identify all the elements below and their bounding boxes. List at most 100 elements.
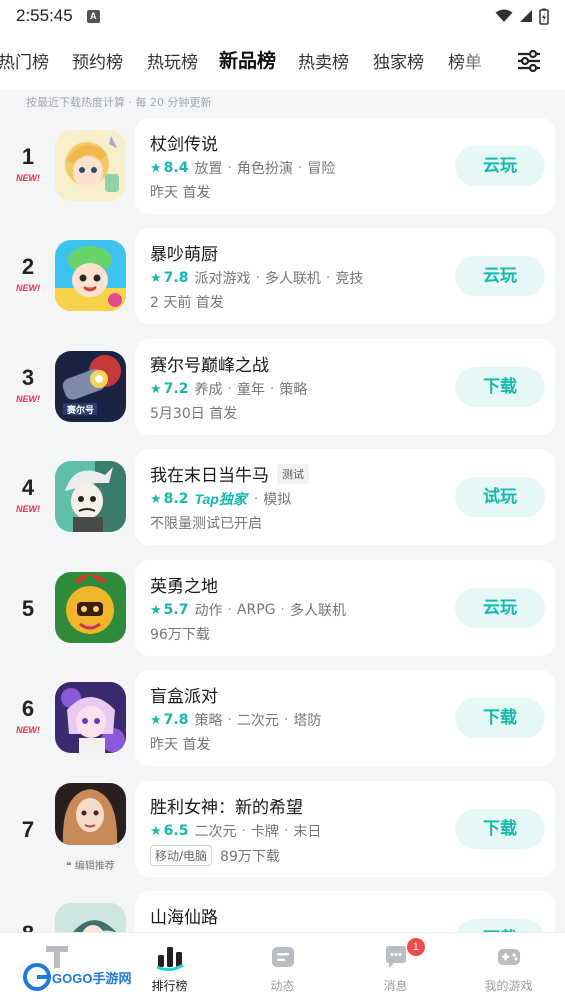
game-title: 暴吵萌厨 <box>150 245 218 265</box>
tab-new[interactable]: 新品榜 <box>216 46 279 73</box>
gamepad-icon <box>497 949 520 965</box>
game-score: ★ 8.2 <box>150 491 189 507</box>
gogo-logo-icon <box>23 963 51 991</box>
list-item[interactable]: 3 NEW! 赛尔号 赛尔号巅峰之战 ★ 7.2 养成 · 童年 · 策略 5月30日… <box>0 339 565 435</box>
game-card[interactable]: 英勇之地 ★ 5.7 动作 · ARPG · 多人联机 96万下载 云玩 <box>135 560 555 656</box>
game-card[interactable]: 赛尔号巅峰之战 ★ 7.2 养成 · 童年 · 策略 5月30日 首发 下载 <box>135 339 555 435</box>
rank-number: 3 <box>21 365 35 390</box>
new-badge: NEW! <box>16 504 40 514</box>
game-sub: 不限量测试已开启 <box>150 516 262 532</box>
game-score: ★ 6.5 <box>150 823 189 839</box>
rank-number: 1 <box>21 144 35 169</box>
anime-girl-icon[interactable] <box>55 682 126 753</box>
wifi-icon <box>495 9 513 22</box>
survivor-icon[interactable] <box>55 461 126 532</box>
game-card[interactable]: 胜利女神：新的希望 ★ 6.5 二次元 · 卡牌 · 末日 移动/电脑 89万下载 下… <box>135 781 555 877</box>
tab-hot[interactable]: 热门榜 <box>0 48 49 73</box>
download-button[interactable]: 下载 <box>455 367 545 407</box>
rank-number: 7 <box>21 817 35 842</box>
girl-hero-icon[interactable] <box>55 130 126 201</box>
site-logo: GOGO手游网 <box>16 938 136 998</box>
tab-exclusive[interactable]: 独家榜 <box>373 48 424 73</box>
tag: 塔防 <box>293 713 322 729</box>
list-item[interactable]: 1 NEW! 杖剑传说 ★ 8.4 放置 · 角色扮演 · 冒险 昨天 首发 云玩 <box>0 118 565 214</box>
tag: 多人联机 <box>289 603 346 619</box>
filter-button[interactable] <box>493 32 565 90</box>
game-sub: 2 天前 首发 <box>150 295 224 311</box>
ranking-note: 按最近下载热度计算 · 每 20 分钟更新 <box>26 96 212 109</box>
list-item[interactable]: 2 NEW! 暴吵萌厨 ★ 7.8 派对游戏 · 多人联机 · 竞技 2 天前 首发 … <box>0 228 565 324</box>
game-title: 我在末日当牛马 测试 <box>150 461 309 486</box>
star-icon: ★ <box>150 712 162 728</box>
robot-arm-icon[interactable]: 赛尔号 <box>55 351 126 422</box>
cloud-play-button[interactable]: 云玩 <box>455 146 545 186</box>
game-meta: ★ 5.7 动作 · ARPG · 多人联机 <box>150 602 346 619</box>
tag: 放置 <box>194 161 223 177</box>
game-card[interactable]: 我在末日当牛马 测试 ★ 8.2 Tap独家 · 模拟 不限量测试已开启 试玩 <box>135 449 555 545</box>
game-title: 盲盒派对 <box>150 687 218 707</box>
tab-hot-sale[interactable]: 热卖榜 <box>298 48 349 73</box>
star-icon: ★ <box>150 823 162 839</box>
status-bar: 2:55:45 A <box>0 0 565 32</box>
cloud-play-button[interactable]: 云玩 <box>455 256 545 296</box>
dino-chef-icon[interactable] <box>55 240 126 311</box>
game-score: ★ 8.4 <box>150 160 189 176</box>
nav-label: 消息 <box>383 979 408 993</box>
tab-reserve[interactable]: 预约榜 <box>72 48 123 73</box>
game-title: 英勇之地 <box>150 577 218 597</box>
cloud-play-button[interactable]: 云玩 <box>455 588 545 628</box>
tab-hot-play[interactable]: 热玩榜 <box>147 48 198 73</box>
status-icons <box>495 8 549 25</box>
tag: 童年 <box>236 382 265 398</box>
game-score: ★ 7.8 <box>150 712 189 728</box>
game-card[interactable]: 暴吵萌厨 ★ 7.8 派对游戏 · 多人联机 · 竞技 2 天前 首发 云玩 <box>135 228 555 324</box>
tag: ARPG <box>236 602 276 618</box>
tag: 卡牌 <box>250 824 279 840</box>
svg-text:赛尔号: 赛尔号 <box>66 404 94 415</box>
nav-feed[interactable]: 动态 <box>226 933 339 1004</box>
game-card[interactable]: 盲盒派对 ★ 7.8 策略 · 二次元 · 塔防 昨天 首发 下载 <box>135 670 555 766</box>
rank-number: 2 <box>21 254 35 279</box>
game-card[interactable]: 杖剑传说 ★ 8.4 放置 · 角色扮演 · 冒险 昨天 首发 云玩 <box>135 118 555 214</box>
rank-number: 6 <box>21 696 35 721</box>
tag: 动作 <box>194 603 223 619</box>
try-play-button[interactable]: 试玩 <box>455 477 545 517</box>
game-sub: 96万下载 <box>150 627 210 643</box>
quote-icon: ❝ <box>66 861 75 872</box>
game-meta: ★ 7.8 派对游戏 · 多人联机 · 竞技 <box>150 270 364 287</box>
star-icon: ★ <box>150 491 162 507</box>
list-item[interactable]: 7 ❝ 编辑推荐 胜利女神：新的希望 ★ 6.5 二次元 · 卡牌 · 末日 移动/电… <box>0 781 565 877</box>
filter-sliders-icon <box>518 49 540 73</box>
game-score: ★ 7.2 <box>150 381 189 397</box>
star-icon: ★ <box>150 602 162 618</box>
game-title: 山海仙路 <box>150 908 218 928</box>
download-button[interactable]: 下载 <box>455 698 545 738</box>
goddess-icon[interactable] <box>55 783 126 845</box>
nav-label: 排行榜 <box>151 979 188 993</box>
tag: 二次元 <box>236 713 279 729</box>
list-item[interactable]: 6 NEW! 盲盒派对 ★ 7.8 策略 · 二次元 · 塔防 昨天 首发 下载 <box>0 670 565 766</box>
star-icon: ★ <box>150 381 162 397</box>
tag: 策略 <box>279 382 308 398</box>
signal-icon <box>520 10 532 22</box>
nav-messages[interactable]: 1 消息 <box>339 933 452 1004</box>
tag: 策略 <box>194 713 223 729</box>
rank-number: 4 <box>21 475 35 500</box>
tag: 多人联机 <box>264 271 321 287</box>
status-time: 2:55:45 <box>16 6 73 25</box>
nav-label: 我的游戏 <box>484 979 533 993</box>
nav-my-games[interactable]: 我的游戏 <box>452 933 565 1004</box>
game-meta: ★ 7.8 策略 · 二次元 · 塔防 <box>150 712 322 729</box>
new-badge: NEW! <box>16 173 40 183</box>
list-item[interactable]: 4 NEW! 我在末日当牛马 测试 ★ 8.2 Tap独家 · 模拟 不限量测试已开启… <box>0 449 565 545</box>
star-icon: ★ <box>150 270 162 286</box>
spartan-helmet-icon[interactable] <box>55 572 126 643</box>
tag: 二次元 <box>194 824 237 840</box>
game-title: 赛尔号巅峰之战 <box>150 356 269 376</box>
download-button[interactable]: 下载 <box>455 809 545 849</box>
game-meta: ★ 7.2 养成 · 童年 · 策略 <box>150 381 308 398</box>
message-icon <box>385 946 406 968</box>
list-item[interactable]: 5 英勇之地 ★ 5.7 动作 · ARPG · 多人联机 96万下载 云玩 <box>0 560 565 656</box>
game-title: 杖剑传说 <box>150 135 218 155</box>
notification-a-icon: A <box>86 9 100 23</box>
